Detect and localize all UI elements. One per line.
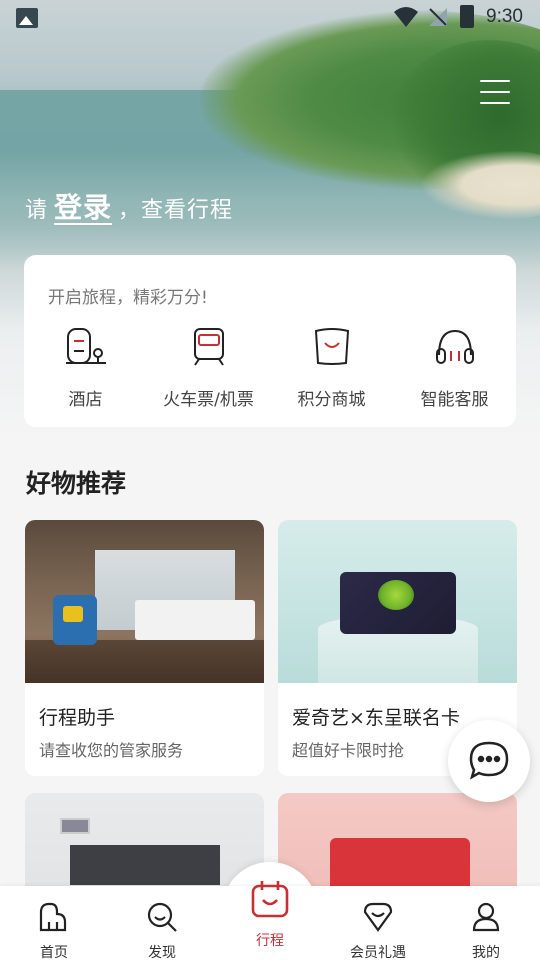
- login-suffix: ，查看行程: [118, 198, 234, 223]
- service-card: 开启旅程，精彩万分! 酒店 火车票/机票 积分商城 智能客服: [24, 255, 516, 427]
- chat-button[interactable]: [448, 720, 530, 802]
- section-title: 好物推荐: [26, 469, 127, 498]
- calendar-icon: [251, 881, 289, 918]
- tab-itinerary[interactable]: 行程: [216, 881, 324, 960]
- service-tagline: 开启旅程，精彩万分!: [48, 288, 208, 308]
- service-train-flight[interactable]: 火车票/机票: [147, 325, 270, 410]
- headset-icon: [435, 329, 474, 364]
- iqiyi-card-image: [278, 520, 517, 683]
- service-customer-support[interactable]: 智能客服: [393, 325, 516, 410]
- service-label: 智能客服: [420, 390, 489, 410]
- login-prefix: 请: [25, 198, 49, 223]
- tab-discover[interactable]: 发现: [108, 886, 216, 960]
- menu-icon[interactable]: [480, 80, 510, 104]
- tab-label: 我的: [472, 945, 500, 960]
- tab-label: 首页: [40, 945, 68, 960]
- product-card-itinerary-assistant[interactable]: 行程助手 请查收您的管家服务: [25, 520, 264, 776]
- tab-label: 会员礼遇: [350, 945, 406, 960]
- chat-bubble-icon: [469, 741, 509, 780]
- tab-label: 发现: [148, 945, 176, 960]
- hotel-icon: [65, 328, 106, 364]
- home-icon: [39, 902, 67, 932]
- tab-label: 行程: [256, 933, 284, 949]
- tab-member-benefits[interactable]: 会员礼遇: [324, 886, 432, 960]
- discover-icon: [147, 902, 177, 932]
- service-label: 积分商城: [297, 390, 366, 410]
- product-subtitle: 超值好卡限时抢: [292, 741, 405, 760]
- product-title: 行程助手: [39, 707, 116, 729]
- signal-icon: [429, 8, 447, 26]
- battery-icon: [460, 5, 474, 28]
- bottom-tab-bar: 首页 发现 行程 会员礼遇 我的: [0, 881, 540, 960]
- wifi-icon: [394, 7, 418, 27]
- shopping-bag-icon: [314, 328, 349, 365]
- tab-home[interactable]: 首页: [0, 886, 108, 960]
- tab-profile[interactable]: 我的: [432, 886, 540, 960]
- service-points-mall[interactable]: 积分商城: [270, 325, 393, 410]
- status-bar: 9:30: [0, 0, 540, 36]
- service-hotel[interactable]: 酒店: [24, 325, 147, 410]
- train-icon: [193, 328, 224, 366]
- profile-icon: [472, 902, 500, 932]
- login-prompt: 请登录 ，查看行程: [25, 186, 233, 226]
- hotel-room-image: [25, 520, 264, 683]
- service-label: 火车票/机票: [163, 390, 254, 410]
- gallery-icon: [16, 8, 38, 28]
- login-link[interactable]: 登录: [54, 191, 112, 224]
- product-subtitle: 请查收您的管家服务: [39, 741, 184, 760]
- status-time: 9:30: [486, 6, 523, 27]
- service-label: 酒店: [68, 390, 103, 410]
- product-title: 爱奇艺×东呈联名卡: [292, 707, 460, 729]
- member-icon: [363, 902, 393, 932]
